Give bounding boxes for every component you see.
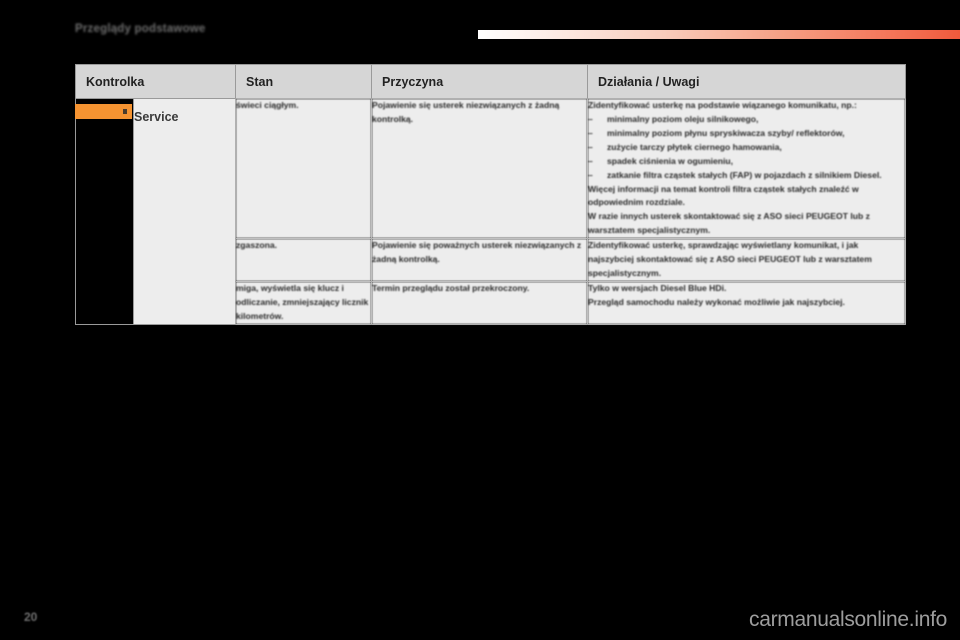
dash-marker: –: [588, 113, 593, 124]
cause-cell: Termin przeglądu został przekroczony.: [371, 280, 588, 325]
action-paragraph: W razie innych usterek skontaktować się …: [588, 211, 870, 236]
action-bullet-list: – minimalny poziom oleju silnikowego, – mi…: [588, 113, 905, 183]
list-item-label: minimalny poziom oleju silnikowego,: [607, 113, 759, 124]
action-intro: Zidentyfikować usterkę na podstawie wiąz…: [588, 100, 857, 110]
column-header-kontrolka: Kontrolka: [75, 64, 236, 99]
action-paragraph: Więcej informacji na temat kontroli filt…: [588, 183, 859, 208]
list-item: – minimalny poziom płynu spryskiwacza szy…: [588, 127, 905, 141]
indicator-symbol-cell: [75, 98, 134, 325]
list-item-label: spadek ciśnienia w ogumieniu,: [607, 155, 734, 166]
state-cell: miga, wyświetla się klucz i odliczanie, …: [235, 280, 372, 325]
site-watermark: carmanualsonline.info: [749, 608, 947, 631]
list-item: – zużycie tarczy płytek ciernego hamowani…: [588, 141, 905, 155]
table-header: Kontrolka Stan Przyczyna Działania / Uwa…: [75, 64, 906, 99]
table-body: Service świeci ciągłym. Pojawienie się u…: [75, 97, 906, 325]
action-paragraph: Tylko w wersjach Diesel Blue HDi.: [588, 282, 727, 293]
action-paragraph: Zidentyfikować usterkę, sprawdzając wyśw…: [588, 240, 872, 279]
table-header-row: Kontrolka Stan Przyczyna Działania / Uwa…: [75, 64, 906, 99]
list-item-label: zatkanie filtra cząstek stałych (FAP) w …: [607, 169, 882, 180]
list-item-label: zużycie tarczy płytek ciernego hamowania…: [607, 141, 782, 152]
cause-cell: Pojawienie się poważnych usterek niezwią…: [371, 238, 588, 282]
dash-marker: –: [588, 127, 593, 138]
page-header: Przeglądy podstawowe: [0, 0, 960, 52]
indicator-table: Kontrolka Stan Przyczyna Działania / Uwa…: [75, 64, 906, 325]
dash-marker: –: [588, 141, 593, 152]
list-item: – spadek ciśnienia w ogumieniu,: [588, 155, 905, 169]
list-item: – minimalny poziom oleju silnikowego,: [588, 113, 905, 127]
column-header-dzialania-uwagi: Działania / Uwagi: [587, 64, 906, 99]
indicator-name-cell: Service: [133, 98, 236, 325]
dash-marker: –: [588, 169, 593, 180]
page-number: 20: [24, 610, 38, 624]
cause-cell: Pojawienie się usterek niezwiązanych z ż…: [371, 97, 588, 240]
chapter-title: Przeglądy podstawowe: [75, 23, 206, 35]
state-cell: zgaszona.: [235, 238, 372, 282]
action-paragraph: Przegląd samochodu należy wykonać możliw…: [588, 296, 845, 307]
indicator-table-container: Kontrolka Stan Przyczyna Działania / Uwa…: [75, 64, 906, 325]
list-item-label: minimalny poziom płynu spryskiwacza szyb…: [607, 127, 845, 138]
list-item: – zatkanie filtra cząstek stałych (FAP) w…: [588, 169, 905, 183]
header-accent-rule: [478, 30, 960, 39]
service-warning-icon: [75, 104, 132, 119]
action-cell: Zidentyfikować usterkę na podstawie wiąz…: [587, 97, 906, 240]
dash-marker: –: [588, 155, 593, 166]
action-cell: Zidentyfikować usterkę, sprawdzając wyśw…: [587, 238, 906, 282]
column-header-stan: Stan: [235, 64, 372, 99]
state-cell: świeci ciągłym.: [235, 97, 372, 240]
column-header-przyczyna: Przyczyna: [371, 64, 588, 99]
table-row: Service świeci ciągłym. Pojawienie się u…: [75, 97, 906, 325]
action-cell: Tylko w wersjach Diesel Blue HDi. Przegl…: [587, 280, 906, 325]
